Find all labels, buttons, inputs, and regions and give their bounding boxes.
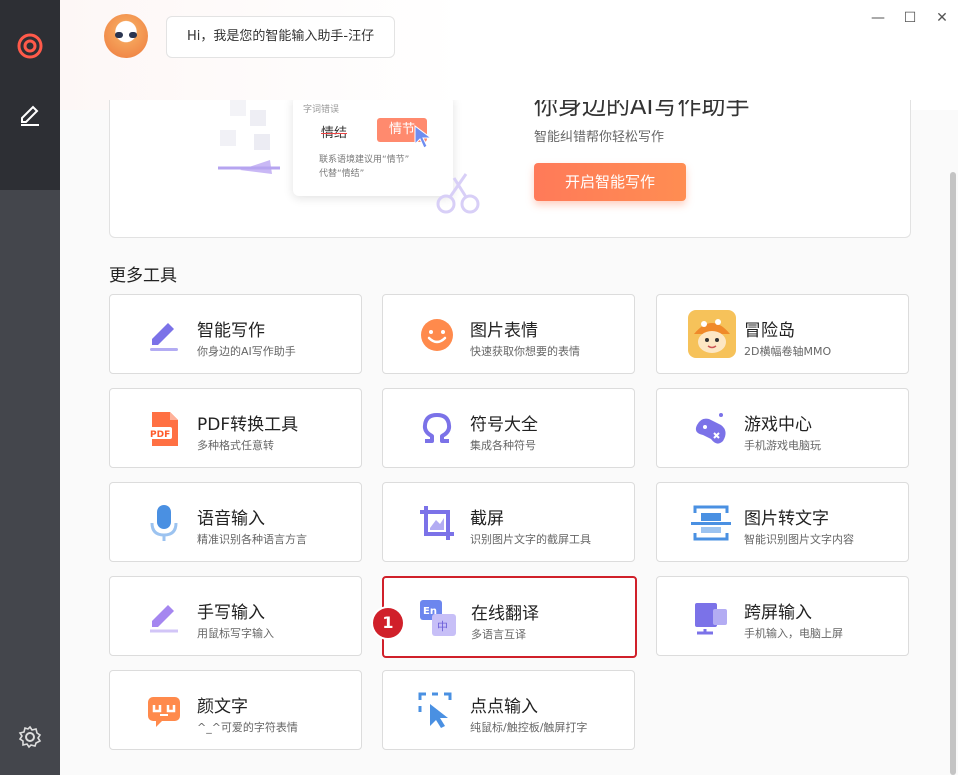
- sidebar-background-strip: [0, 0, 60, 190]
- tool-name: 手写输入: [197, 603, 265, 623]
- tool-desc: 用鼠标写字输入: [197, 627, 274, 640]
- tool-image-emoji[interactable]: 图片表情 快速获取你想要的表情: [382, 294, 635, 374]
- more-tools-heading: 更多工具: [109, 266, 177, 286]
- scissors-decoration-icon: [436, 173, 480, 214]
- tool-kaomoji[interactable]: 颜文字 ^_^可爱的字符表情: [109, 670, 362, 750]
- tool-desc: 智能识别图片文字内容: [744, 533, 854, 546]
- tool-name: 在线翻译: [471, 604, 539, 624]
- tool-desc: 多语言互译: [471, 628, 526, 641]
- svg-text:中: 中: [437, 620, 448, 633]
- tool-image-to-text[interactable]: 图片转文字 智能识别图片文字内容: [656, 482, 909, 562]
- suggestion-text: 联系语境建议用“情节”: [319, 155, 410, 165]
- avatar-eye: [115, 32, 123, 38]
- tool-desc: 识别图片文字的截屏工具: [470, 533, 591, 546]
- microphone-icon: [144, 503, 184, 543]
- tool-online-translate[interactable]: En 中 在线翻译 多语言互译: [382, 576, 637, 658]
- step-marker-badge: 1: [373, 608, 403, 638]
- tool-desc: 2D横幅卷轴MMO: [744, 345, 832, 358]
- tool-name: 语音输入: [197, 509, 265, 529]
- tool-name: 截屏: [470, 509, 504, 529]
- assistant-avatar[interactable]: [104, 14, 148, 58]
- kaomoji-icon: [144, 691, 184, 731]
- vertical-scrollbar[interactable]: [950, 172, 956, 775]
- tool-symbols[interactable]: 符号大全 集成各种符号: [382, 388, 635, 468]
- tool-desc: 手机输入，电脑上屏: [744, 627, 843, 640]
- tool-pdf-converter[interactable]: PDF PDF转换工具 多种格式任意转: [109, 388, 362, 468]
- smiley-icon: [417, 315, 457, 355]
- avatar-eye: [129, 32, 137, 38]
- pdf-icon: PDF: [144, 409, 184, 449]
- tool-name: 点点输入: [470, 697, 538, 717]
- ai-writing-banner: 字词错误 情结 情节 联系语境建议用“情节” 代替“情结” 你身边的AI写作助手…: [109, 100, 911, 238]
- correction-demo-card: 字词错误 情结 情节 联系语境建议用“情节” 代替“情结”: [293, 100, 453, 196]
- tool-name: 冒险岛: [744, 321, 795, 341]
- settings-gear-icon[interactable]: [14, 721, 46, 753]
- tool-voice-input[interactable]: 语音输入 精准识别各种语言方言: [109, 482, 362, 562]
- tool-name: 颜文字: [197, 697, 248, 717]
- pen-write-icon: [144, 315, 184, 355]
- click-input-icon: [417, 691, 457, 731]
- translate-icon: En 中: [418, 598, 458, 638]
- cross-screen-icon: [691, 597, 731, 637]
- tool-maplestory[interactable]: 冒险岛 2D横幅卷轴MMO: [656, 294, 909, 374]
- tool-desc: 纯鼠标/触控板/触屏打字: [470, 721, 588, 734]
- tool-desc: ^_^可爱的字符表情: [197, 721, 298, 734]
- tool-name: PDF转换工具: [197, 415, 299, 435]
- tool-desc: 精准识别各种语言方言: [197, 533, 307, 546]
- start-ai-writing-button[interactable]: 开启智能写作: [534, 163, 686, 201]
- gamepad-icon: [691, 409, 731, 449]
- wrong-word: 情结: [321, 126, 348, 141]
- cursor-arrow-icon: [414, 125, 433, 149]
- tool-desc: 集成各种符号: [470, 439, 536, 452]
- tool-name: 图片转文字: [744, 509, 829, 529]
- tool-cross-screen-input[interactable]: 跨屏输入 手机输入，电脑上屏: [656, 576, 909, 656]
- tool-name: 跨屏输入: [744, 603, 812, 623]
- tool-screenshot[interactable]: 截屏 识别图片文字的截屏工具: [382, 482, 635, 562]
- tool-desc: 你身边的AI写作助手: [197, 345, 296, 358]
- mushroom-game-icon: [687, 309, 737, 359]
- tool-desc: 多种格式任意转: [197, 439, 274, 452]
- maximize-icon[interactable]: ☐: [900, 8, 920, 28]
- minimize-icon[interactable]: —: [868, 8, 888, 28]
- banner-subtitle: 智能纠错帮你轻松写作: [534, 130, 665, 145]
- tool-name: 符号大全: [470, 415, 538, 435]
- tool-handwriting[interactable]: 手写输入 用鼠标写字输入: [109, 576, 362, 656]
- omega-icon: [417, 409, 457, 449]
- tool-click-input[interactable]: 点点输入 纯鼠标/触控板/触屏打字: [382, 670, 635, 750]
- close-icon[interactable]: ✕: [932, 8, 952, 28]
- tool-desc: 手机游戏电脑玩: [744, 439, 821, 452]
- tool-name: 智能写作: [197, 321, 265, 341]
- target-logo-icon[interactable]: [14, 30, 46, 62]
- ocr-icon: [691, 503, 731, 543]
- suggestion-text: 代替“情结”: [319, 169, 365, 179]
- greeting-bubble: Hi，我是您的智能输入助手-汪仔: [166, 16, 396, 58]
- handwriting-icon: [144, 597, 184, 637]
- decorative-grid-graphic: [218, 100, 280, 174]
- tool-game-center[interactable]: 游戏中心 手机游戏电脑玩: [656, 388, 909, 468]
- tool-name: 游戏中心: [744, 415, 812, 435]
- tool-name: 图片表情: [470, 321, 538, 341]
- svg-text:PDF: PDF: [150, 430, 170, 440]
- banner-headline: 你身边的AI写作助手: [534, 100, 750, 120]
- tool-smart-writing[interactable]: 智能写作 你身边的AI写作助手: [109, 294, 362, 374]
- screenshot-icon: [417, 503, 457, 543]
- left-sidebar: [0, 0, 60, 775]
- writing-pen-icon[interactable]: [14, 98, 46, 130]
- tool-desc: 快速获取你想要的表情: [470, 345, 580, 358]
- main-panel: Hi，我是您的智能输入助手-汪仔 — ☐ ✕ 字词错误 情结 情节 联系语境建议…: [60, 0, 958, 775]
- error-type-tag: 字词错误: [303, 105, 340, 115]
